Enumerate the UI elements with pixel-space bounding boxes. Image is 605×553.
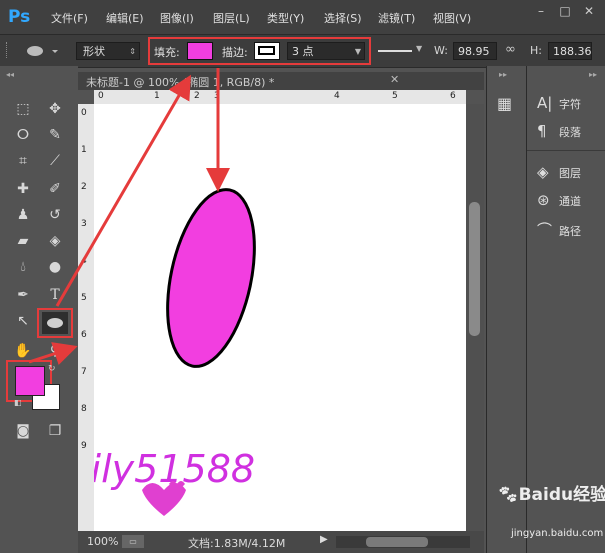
arrow-to-swatch (28, 342, 78, 365)
annotation-arrows (28, 68, 230, 365)
arrow-to-fill (55, 74, 192, 307)
